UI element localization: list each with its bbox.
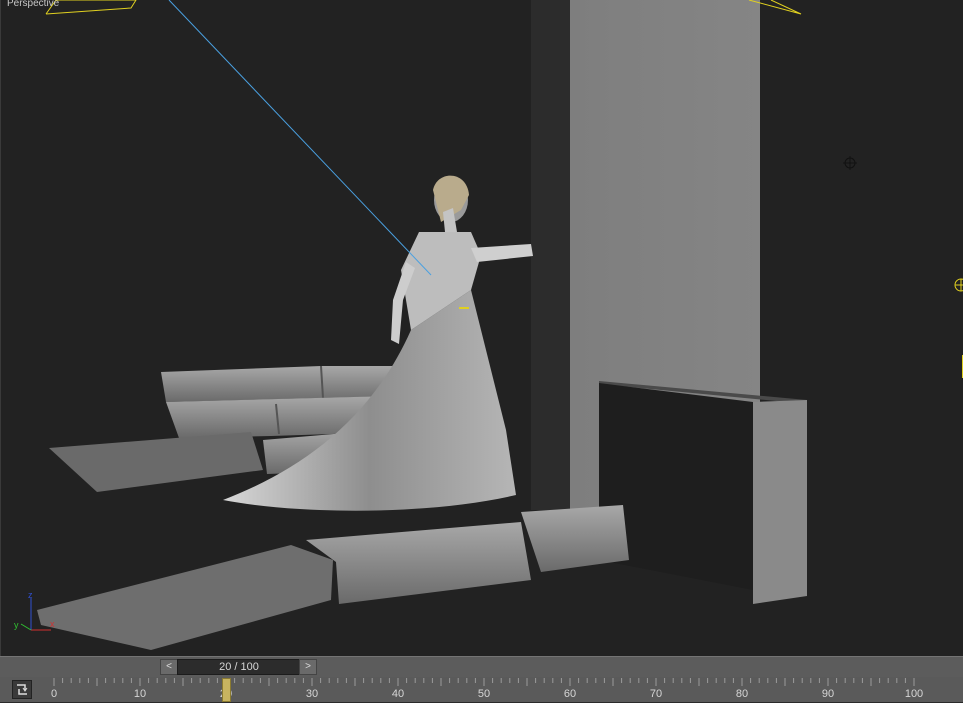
timeline-label: 80	[735, 688, 749, 700]
camera-line	[168, 0, 432, 276]
timeline-bar[interactable]: 0102030405060708090100	[0, 677, 963, 702]
right-edge-gizmo-icon[interactable]	[954, 278, 963, 292]
next-frame-button[interactable]: >	[299, 659, 317, 675]
time-marker[interactable]	[222, 678, 231, 702]
helper-crosshair-icon[interactable]	[843, 156, 857, 170]
timeline-label: 50	[477, 688, 491, 700]
axis-z-label: z	[28, 590, 33, 600]
perspective-viewport[interactable]: x z y Perspective	[0, 0, 963, 656]
front-stone-steps[interactable]	[37, 505, 629, 650]
timeline-label: 10	[133, 688, 147, 700]
timeline-label: 30	[305, 688, 319, 700]
timeline-label: 0	[50, 688, 58, 700]
prev-frame-button[interactable]: <	[160, 659, 178, 675]
scene-canvas[interactable]: x z y	[1, 0, 963, 656]
timeline-label: 40	[391, 688, 405, 700]
timeline-label: 60	[563, 688, 577, 700]
box-side	[753, 400, 807, 604]
timeline-label: 90	[821, 688, 835, 700]
timeline-label: 70	[649, 688, 663, 700]
viewport-label[interactable]: Perspective	[7, 0, 59, 9]
frame-slider[interactable]: 20 / 100	[177, 659, 301, 675]
axis-y-label: y	[14, 620, 19, 630]
back-wall-dark	[531, 0, 571, 510]
light-top-left[interactable]	[45, 0, 137, 15]
axis-x-label: x	[50, 619, 55, 629]
timeline-label: 100	[904, 688, 924, 700]
time-slider-bar: < 20 / 100 >	[0, 656, 963, 677]
